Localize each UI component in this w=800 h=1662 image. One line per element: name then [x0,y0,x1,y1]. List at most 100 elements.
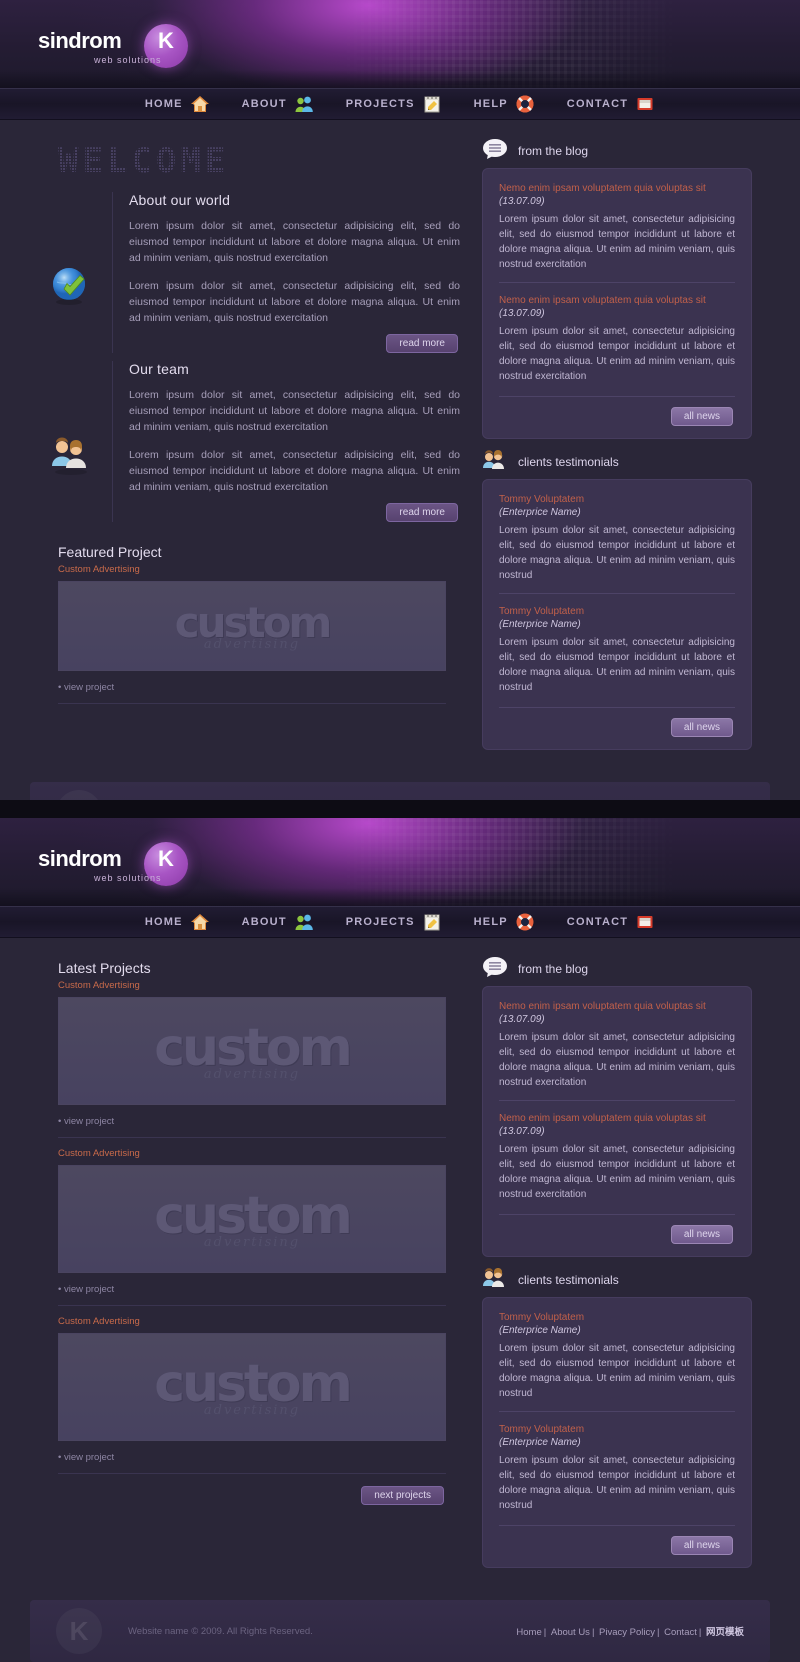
testimonials-section-title-2: clients testimonials [518,1273,619,1287]
view-project-link-3[interactable]: • view project [58,1452,114,1463]
logo-k-mark-2: K [158,846,174,871]
site-header-2: sindrom K web solutions [0,818,800,906]
section-heading-team: Our team [129,361,189,377]
nav-label-home-2: HOME [144,916,183,928]
nav-item-home[interactable]: HOME [129,94,226,114]
project-caption-2: Custom Advertising [58,1148,140,1159]
thumbnail-logo: custom advertising [154,1190,353,1249]
main-navigation: HOME ABOUT PROJECTS HELP CONTACT [0,88,800,120]
testimonials-section-header: clients testimonials [482,445,752,479]
all-news-button-blog-2[interactable]: all news [670,1225,733,1244]
footer-links-2: Home | About Us | Pivacy Policy | Contact | … [516,1627,744,1638]
nav-label-help-2: HELP [473,916,508,928]
nav-item-projects-2[interactable]: PROJECTS [330,912,458,932]
read-more-button-team[interactable]: read more [386,503,458,522]
footer-link-contact-2[interactable]: Contact [664,1627,697,1638]
footer-logo-mark-2: K [56,1608,102,1654]
testimonial-name: Tommy Voluptatem [499,1424,585,1435]
blog-post-body: Lorem ipsum dolor sit amet, consectetur … [499,214,735,270]
blog-section-header: from the blog [482,134,752,168]
site-footer: K Website name © 2009. All Rights Reserv… [30,782,770,800]
homepage-view: sindrom K web solutions HOME ABOUT PROJE… [0,0,800,800]
blog-panel-2: Nemo enim ipsam voluptatem quia voluptas… [482,986,752,1257]
header-bottom-shade-2 [0,888,800,906]
site-logo[interactable]: sindrom K web solutions [38,24,198,71]
featured-project-heading: Featured Project [58,544,162,560]
view-project-link-2[interactable]: • view project [58,1284,114,1295]
project-thumbnail-1[interactable]: custom advertising [58,997,446,1105]
welcome-title: WELCOME [55,139,232,183]
blog-section-header-2: from the blog [482,952,752,986]
nav-item-contact-2[interactable]: CONTACT [551,912,671,932]
users-icon [294,94,314,114]
main-navigation-2: HOME ABOUT PROJECTS HELP CONTACT [0,906,800,938]
featured-project-section: Featured Project Custom Advertising cust… [30,544,460,704]
lifebuoy-icon [515,94,535,114]
project-thumbnail-2[interactable]: custom advertising [58,1165,446,1273]
nav-item-home-2[interactable]: HOME [129,912,226,932]
blog-section-title-2: from the blog [518,962,589,976]
view-project-link[interactable]: • view project [58,682,114,693]
lifebuoy-icon [515,912,535,932]
testimonial-name: Tommy Voluptatem [499,494,585,505]
footer-link-privacy-2[interactable]: Pivacy Policy [599,1627,655,1638]
house-icon [190,912,210,932]
testimonial-item: Tommy Voluptatem (Enterprice Name) Lorem… [499,1312,735,1411]
users-icon [294,912,314,932]
logo-tagline: web solutions [94,55,162,65]
site-logo-2[interactable]: sindrom K web solutions [38,842,198,889]
blog-post-body: Lorem ipsum dolor sit amet, consectetur … [499,1032,735,1088]
footer-link-about-2[interactable]: About Us [551,1627,590,1638]
testimonial-company: (Enterprice Name) [499,1437,581,1448]
testimonial-body: Lorem ipsum dolor sit amet, consectetur … [499,1455,735,1511]
welcome-banner: WELCOME [55,138,460,184]
testimonial-company: (Enterprice Name) [499,619,581,630]
all-news-button-testimonials-2[interactable]: all news [670,1536,733,1555]
left-column: WELCOME About our world Lorem ipsum dolo… [30,132,460,756]
read-more-button-about[interactable]: read more [386,334,458,353]
testimonials-button-row-2: all news [499,1525,735,1555]
featured-project-thumbnail[interactable]: custom advertising [58,581,446,671]
footer-link-home-2[interactable]: Home [516,1627,541,1638]
thumbnail-logo-word: custom [154,1017,353,1078]
nav-item-help[interactable]: HELP [458,94,551,114]
nav-label-about-2: ABOUT [241,916,287,928]
all-news-button-blog[interactable]: all news [670,407,733,426]
blog-post-title[interactable]: Nemo enim ipsam voluptatem quia voluptas… [499,1113,735,1124]
featured-view-row: • view project [58,671,446,704]
project-caption-1: Custom Advertising [58,980,140,991]
blog-post: Nemo enim ipsam voluptatem quia voluptas… [499,1100,735,1212]
testimonials-section-header-2: clients testimonials [482,1263,752,1297]
view-project-link-1[interactable]: • view project [58,1116,114,1127]
mailbox-icon [635,94,655,114]
project-thumbnail-3[interactable]: custom advertising [58,1333,446,1441]
featured-project-caption: Custom Advertising [58,564,140,575]
nav-item-about[interactable]: ABOUT [226,94,330,114]
testimonial-company: (Enterprice Name) [499,1325,581,1336]
blog-post-title[interactable]: Nemo enim ipsam voluptatem quia voluptas… [499,295,735,306]
team-icon [30,361,112,522]
testimonial-body: Lorem ipsum dolor sit amet, consectetur … [499,525,735,581]
blog-post-date: (13.07.09) [499,1014,545,1025]
nav-label-help: HELP [473,98,508,110]
blog-post-date: (13.07.09) [499,196,545,207]
latest-projects-heading: Latest Projects [58,960,151,976]
nav-item-projects[interactable]: PROJECTS [330,94,458,114]
blog-post-title[interactable]: Nemo enim ipsam voluptatem quia voluptas… [499,1001,735,1012]
section-heading-about: About our world [129,192,231,208]
all-news-button-testimonials[interactable]: all news [670,718,733,737]
testimonial-name: Tommy Voluptatem [499,1312,585,1323]
blog-panel: Nemo enim ipsam voluptatem quia voluptas… [482,168,752,439]
blog-post-title[interactable]: Nemo enim ipsam voluptatem quia voluptas… [499,183,735,194]
footer-link-cn-2[interactable]: 网页模板 [706,1627,744,1638]
testimonials-panel-2: Tommy Voluptatem (Enterprice Name) Lorem… [482,1297,752,1568]
content-block-about: About our world Lorem ipsum dolor sit am… [30,192,460,353]
nav-item-contact[interactable]: CONTACT [551,94,671,114]
next-projects-button[interactable]: next projects [361,1486,444,1505]
about-paragraph-1: Lorem ipsum dolor sit amet, consectetur … [129,220,460,264]
project-view-row-2: • view project [58,1273,446,1306]
nav-item-help-2[interactable]: HELP [458,912,551,932]
project-view-row-1: • view project [58,1105,446,1138]
nav-item-about-2[interactable]: ABOUT [226,912,330,932]
notepad-icon [422,94,442,114]
